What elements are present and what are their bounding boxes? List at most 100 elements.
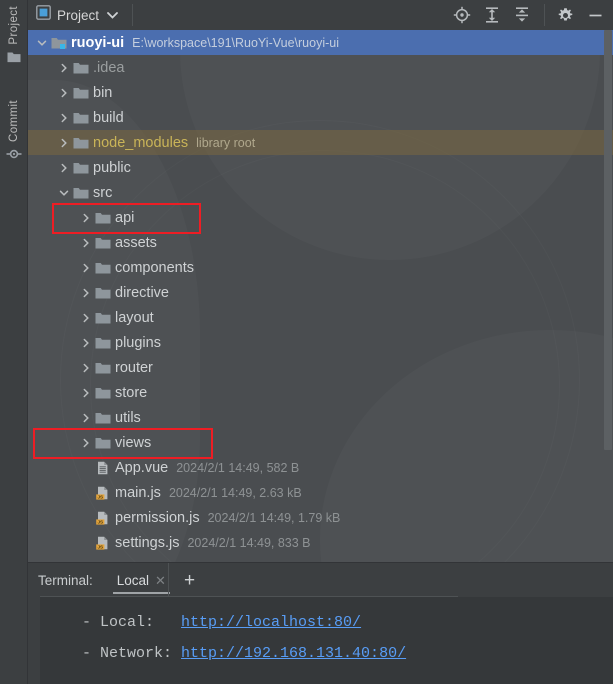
plus-icon[interactable]: + xyxy=(184,571,195,590)
sidebar-item-commit[interactable]: Commit xyxy=(0,100,28,166)
tree-row-label: views xyxy=(115,434,152,451)
no-chevron-spacer xyxy=(78,480,94,505)
tree-row-label: store xyxy=(115,384,148,401)
commit-icon xyxy=(6,147,22,166)
folder-icon xyxy=(94,355,112,380)
terminal-line: - Network: http://192.168.131.40:80/ xyxy=(40,638,613,669)
tree-row-src[interactable]: src xyxy=(28,180,613,205)
module-folder-icon xyxy=(50,30,68,55)
tab-local[interactable]: Local ✕ xyxy=(111,563,172,597)
tree-row-label: node_modules xyxy=(93,134,189,151)
js-file-icon: JS xyxy=(94,530,112,555)
tree-row-components[interactable]: components xyxy=(28,255,613,280)
chevron-right-icon[interactable] xyxy=(78,330,94,355)
folder-icon xyxy=(94,280,112,305)
expand-all-icon[interactable] xyxy=(482,5,502,25)
folder-icon xyxy=(7,50,21,68)
tree-row-api[interactable]: api xyxy=(28,205,613,230)
tree-row-node-modules[interactable]: node_modules library root xyxy=(28,130,613,155)
project-view-selector[interactable]: Project xyxy=(28,0,118,30)
tree-row-label: permission.js xyxy=(115,509,200,526)
tree-row-settings-js[interactable]: JS settings.js 2024/2/1 14:49, 833 B xyxy=(28,530,613,555)
tree-row-app-vue[interactable]: App.vue 2024/2/1 14:49, 582 B xyxy=(28,455,613,480)
tree-row-label: assets xyxy=(115,234,157,251)
tree-row-meta: library root xyxy=(196,135,256,150)
tree-row-layout[interactable]: layout xyxy=(28,305,613,330)
chevron-right-icon[interactable] xyxy=(78,280,94,305)
chevron-down-icon[interactable] xyxy=(56,180,72,205)
tree-row-label: settings.js xyxy=(115,534,180,551)
locate-target-icon[interactable] xyxy=(452,5,472,25)
tree-row-directive[interactable]: directive xyxy=(28,280,613,305)
chevron-right-icon[interactable] xyxy=(78,430,94,455)
terminal-url-link[interactable]: http://localhost:80/ xyxy=(181,614,361,631)
chevron-right-icon[interactable] xyxy=(56,105,72,130)
project-tree[interactable]: ruoyi-ui E:\workspace\191\RuoYi-Vue\ruoyi… xyxy=(28,30,613,562)
tree-row-label: App.vue xyxy=(115,459,169,476)
chevron-right-icon[interactable] xyxy=(78,205,94,230)
gear-icon[interactable] xyxy=(555,5,575,25)
tree-row-label: components xyxy=(115,259,194,276)
terminal-tab-bar: Terminal: Local ✕ + xyxy=(28,563,613,597)
chevron-right-icon[interactable] xyxy=(56,80,72,105)
tree-row-utils[interactable]: utils xyxy=(28,405,613,430)
tree-row-permission-js[interactable]: JS permission.js 2024/2/1 14:49, 1.79 kB xyxy=(28,505,613,530)
terminal-line-prefix: - Network: xyxy=(64,645,182,662)
tree-row-label: directive xyxy=(115,284,169,301)
project-window-icon xyxy=(36,5,51,25)
tree-scrollbar[interactable] xyxy=(602,30,613,562)
tree-row-label: plugins xyxy=(115,334,161,351)
no-chevron-spacer xyxy=(78,505,94,530)
chevron-right-icon[interactable] xyxy=(78,380,94,405)
tree-row-views[interactable]: views xyxy=(28,430,613,455)
chevron-right-icon[interactable] xyxy=(78,305,94,330)
tree-row-ruoyi-ui[interactable]: ruoyi-ui E:\workspace\191\RuoYi-Vue\ruoyi… xyxy=(28,30,613,55)
tree-scrollbar-thumb[interactable] xyxy=(604,30,612,450)
tree-row-router[interactable]: router xyxy=(28,355,613,380)
tree-row--idea[interactable]: .idea xyxy=(28,55,613,80)
tree-row-label: ruoyi-ui xyxy=(71,34,125,51)
tree-row-assets[interactable]: assets xyxy=(28,230,613,255)
chevron-right-icon[interactable] xyxy=(78,255,94,280)
tree-row-meta: 2024/2/1 14:49, 2.63 kB xyxy=(168,485,302,500)
chevron-down-icon[interactable] xyxy=(107,6,118,24)
tree-row-public[interactable]: public xyxy=(28,155,613,180)
folder-icon xyxy=(72,180,90,205)
chevron-right-icon[interactable] xyxy=(78,355,94,380)
tree-row-label: api xyxy=(115,209,135,226)
sidebar-item-commit-label: Commit xyxy=(8,100,20,143)
tool-window-strip: Project Commit xyxy=(0,0,28,684)
terminal-line-prefix: - Local: xyxy=(64,614,182,631)
tree-row-meta: 2024/2/1 14:49, 833 B xyxy=(187,535,311,550)
folder-icon xyxy=(94,230,112,255)
collapse-all-icon[interactable] xyxy=(512,5,532,25)
tree-row-bin[interactable]: bin xyxy=(28,80,613,105)
tree-row-main-js[interactable]: JS main.js 2024/2/1 14:49, 2.63 kB xyxy=(28,480,613,505)
chevron-down-icon[interactable] xyxy=(34,30,50,55)
chevron-right-icon[interactable] xyxy=(56,55,72,80)
folder-icon xyxy=(94,405,112,430)
no-chevron-spacer xyxy=(78,530,94,555)
tree-row-label: build xyxy=(93,109,124,126)
folder-icon xyxy=(94,330,112,355)
tree-row-label: .idea xyxy=(93,59,125,76)
tree-row-store[interactable]: store xyxy=(28,380,613,405)
sidebar-item-project[interactable]: Project xyxy=(0,6,28,68)
tree-row-build[interactable]: build xyxy=(28,105,613,130)
tree-row-plugins[interactable]: plugins xyxy=(28,330,613,355)
chevron-right-icon[interactable] xyxy=(78,230,94,255)
chevron-right-icon[interactable] xyxy=(56,155,72,180)
folder-icon xyxy=(72,105,90,130)
chevron-right-icon[interactable] xyxy=(56,130,72,155)
minimize-icon[interactable] xyxy=(585,5,605,25)
no-chevron-spacer xyxy=(78,455,94,480)
tab-active-indicator xyxy=(112,591,170,594)
terminal-output[interactable]: - Local: http://localhost:80/ - Network:… xyxy=(40,597,613,684)
header-divider xyxy=(132,4,134,26)
terminal-label: Terminal: xyxy=(38,572,93,588)
vue-file-icon xyxy=(94,455,112,480)
chevron-right-icon[interactable] xyxy=(78,405,94,430)
terminal-url-link[interactable]: http://192.168.131.40:80/ xyxy=(181,645,406,662)
tree-row-label: bin xyxy=(93,84,113,101)
close-icon[interactable]: ✕ xyxy=(155,574,166,587)
